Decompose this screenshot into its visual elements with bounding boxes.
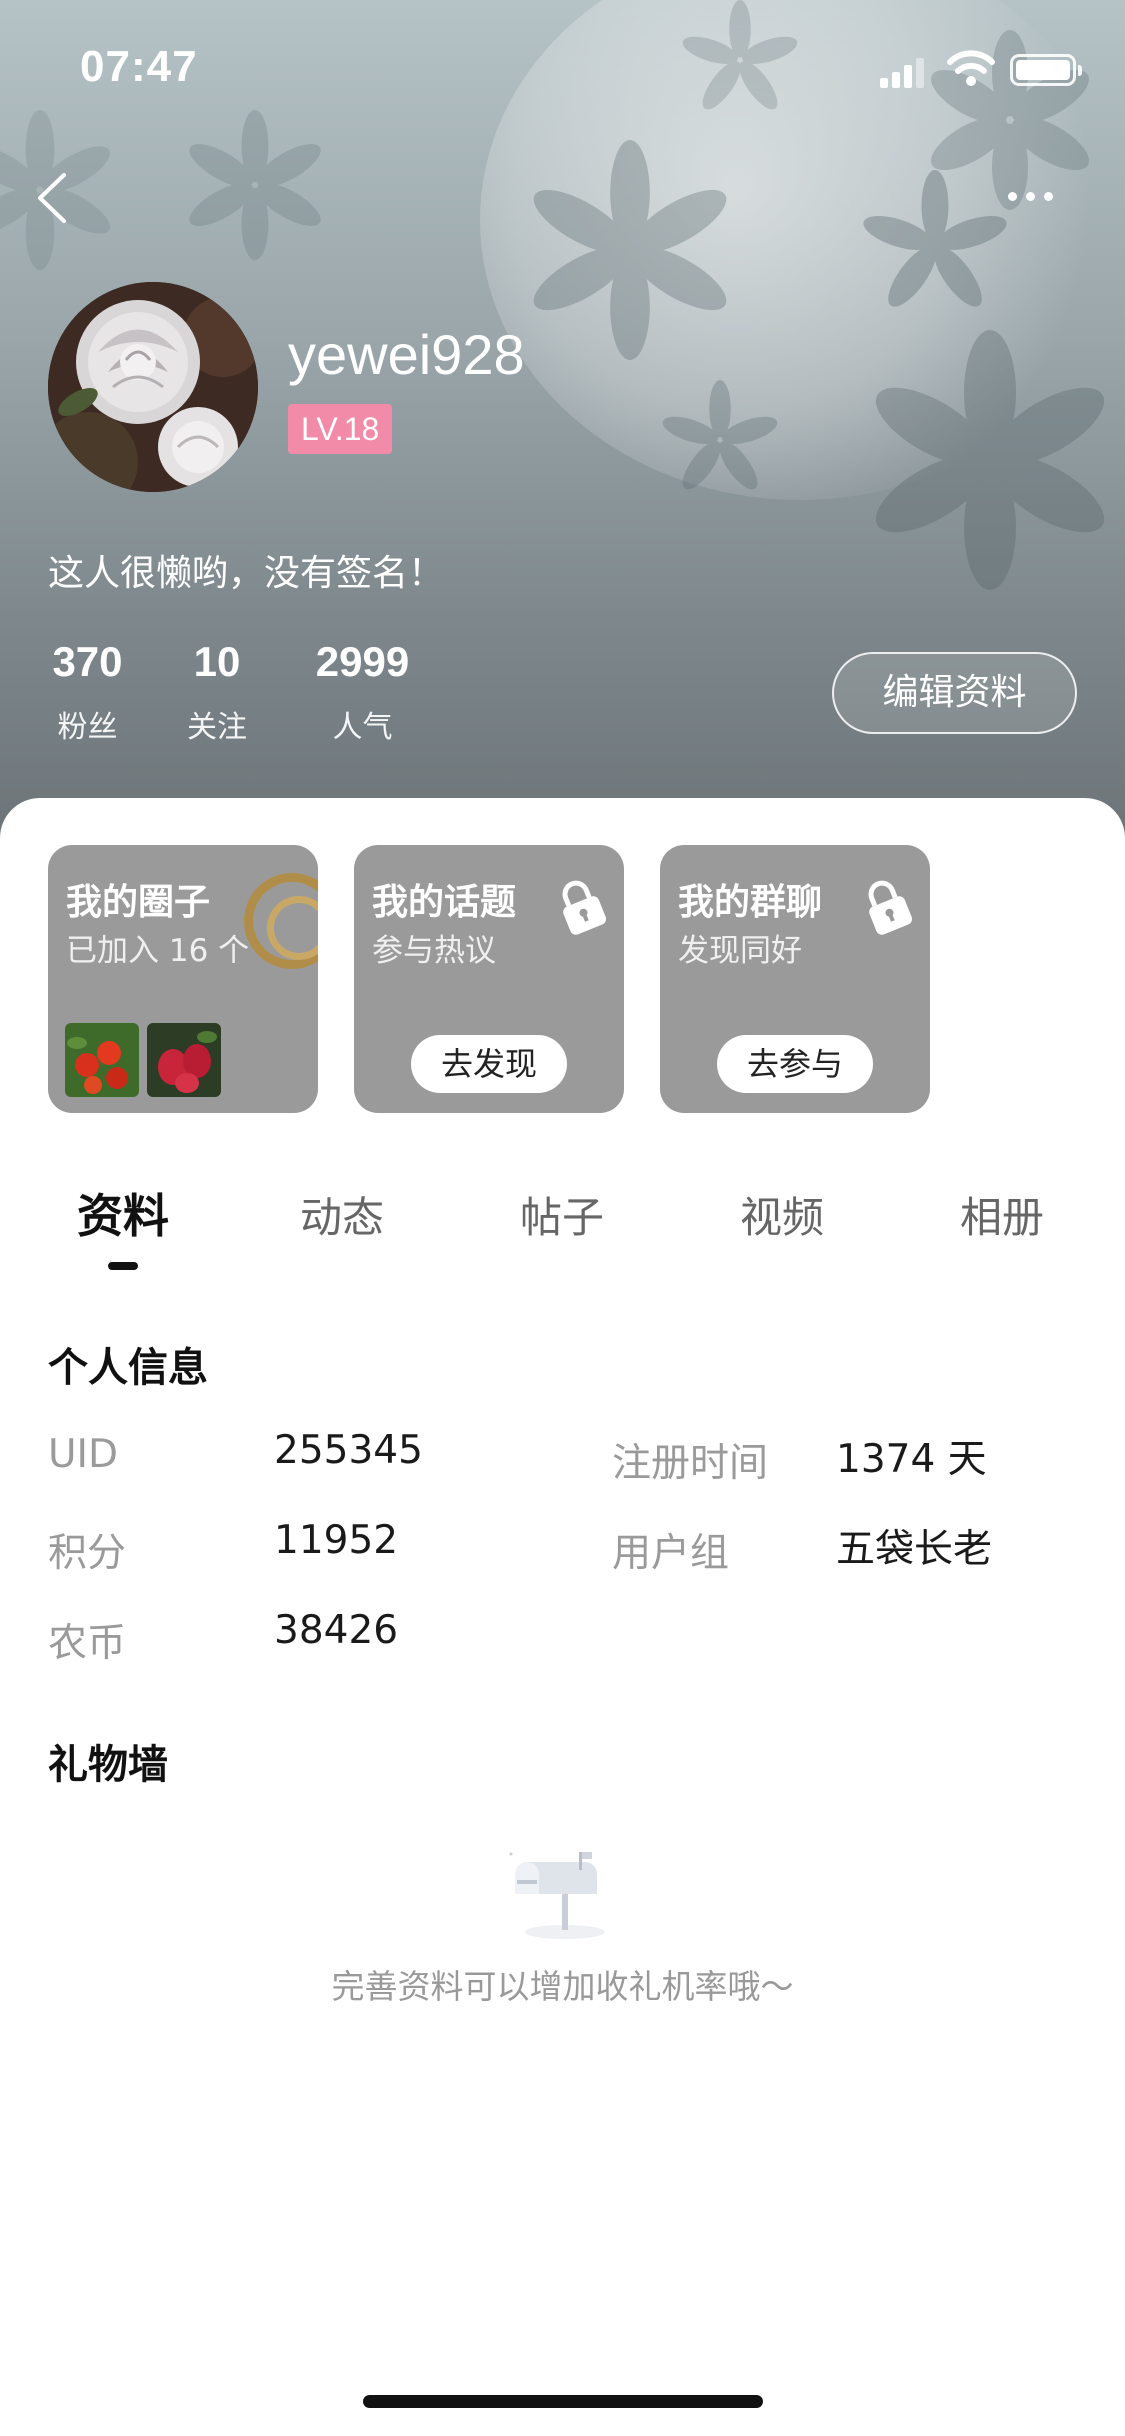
stat-popularity[interactable]: 2999 人气: [300, 638, 425, 746]
card-subtitle: 已加入 16 个: [66, 933, 250, 969]
level-badge: LV.18: [288, 404, 393, 454]
lock-icon: [562, 880, 607, 935]
info-label-user-group: 用户组: [612, 1531, 730, 1576]
card-my-topics[interactable]: 我的话题 参与热议 去发现: [354, 845, 624, 1113]
gift-wall-empty-text: 完善资料可以增加收礼机率哦～: [331, 1967, 794, 2006]
stat-label: 人气: [332, 710, 393, 745]
info-label-points: 积分: [48, 1531, 127, 1576]
wifi-icon: [947, 50, 995, 86]
gift-wall-title: 礼物墙: [48, 1742, 168, 1788]
profile-header: 07:47 yewei928 LV.18 这人很懒哟，没有签名！ 370 粉丝 …: [0, 0, 1125, 840]
card-title: 我的话题: [372, 882, 517, 923]
status-bar: 07:47: [0, 0, 1125, 140]
card-my-circles[interactable]: 我的圈子 已加入 16 个: [48, 845, 318, 1113]
card-my-group-chats[interactable]: 我的群聊 发现同好 去参与: [660, 845, 930, 1113]
card-subtitle: 发现同好: [678, 933, 802, 969]
info-value-points: 11952: [274, 1518, 399, 1563]
stat-label: 粉丝: [57, 710, 118, 745]
info-value-user-group: 五袋长老: [836, 1527, 993, 1572]
circle-thumbnail[interactable]: [65, 1023, 139, 1097]
stat-value: 370: [52, 638, 123, 685]
info-label-registration-time: 注册时间: [612, 1441, 769, 1486]
info-value-coins: 38426: [274, 1608, 399, 1653]
back-icon[interactable]: [30, 165, 80, 231]
edit-profile-button[interactable]: 编辑资料: [832, 652, 1077, 734]
more-icon[interactable]: [1000, 180, 1060, 210]
stat-label: 关注: [187, 710, 247, 745]
rose-photo: [48, 282, 258, 492]
personal-info-title: 个人信息: [48, 1345, 208, 1391]
circle-logo-icon: [244, 873, 318, 969]
tab-videos[interactable]: 视频: [712, 1184, 852, 1245]
username: yewei928: [288, 323, 525, 386]
join-button[interactable]: 去参与: [717, 1035, 873, 1093]
discover-button[interactable]: 去发现: [411, 1035, 567, 1093]
lock-icon: [868, 880, 913, 935]
tab-activity[interactable]: 动态: [272, 1184, 412, 1245]
avatar[interactable]: [48, 282, 258, 492]
info-value-uid: 255345: [274, 1428, 423, 1473]
info-label-uid: UID: [48, 1432, 119, 1477]
info-value-registration-time: 1374 天: [836, 1437, 987, 1482]
home-indicator: [363, 2395, 763, 2408]
tab-profile[interactable]: 资料: [53, 1180, 193, 1246]
tab-posts[interactable]: 帖子: [492, 1184, 632, 1245]
battery-icon: [1010, 54, 1082, 86]
signal-icon: [880, 58, 924, 88]
tab-indicator: [108, 1262, 138, 1270]
card-subtitle: 参与热议: [372, 933, 496, 969]
stat-following[interactable]: 10 关注: [172, 638, 262, 746]
stat-value: 2999: [315, 638, 410, 685]
tab-albums[interactable]: 相册: [932, 1184, 1072, 1245]
card-title: 我的群聊: [678, 882, 823, 923]
stat-value: 10: [193, 638, 241, 685]
status-time: 07:47: [80, 42, 198, 91]
card-title: 我的圈子: [66, 882, 211, 923]
circle-thumbnail[interactable]: [147, 1023, 221, 1097]
info-label-coins: 农币: [48, 1621, 127, 1666]
mailbox-icon: [509, 1852, 605, 1939]
signature: 这人很懒哟，没有签名！: [48, 553, 445, 594]
stat-fans[interactable]: 370 粉丝: [40, 638, 135, 746]
